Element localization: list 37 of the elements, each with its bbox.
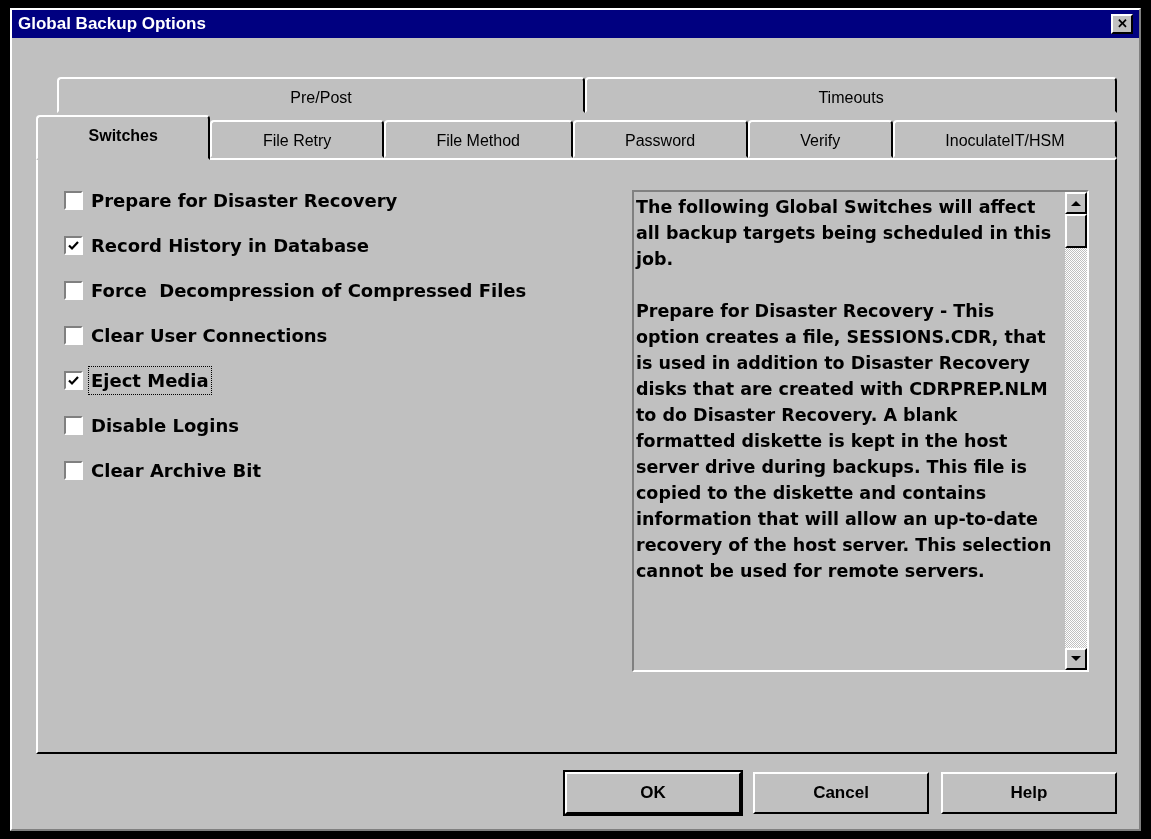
- scrollbar[interactable]: [1065, 192, 1087, 670]
- tab[interactable]: InoculateIT/HSM: [892, 120, 1117, 158]
- checkbox[interactable]: [64, 236, 83, 255]
- check-icon: [68, 240, 79, 251]
- arrow-up-icon: [1071, 200, 1081, 206]
- tab[interactable]: Password: [572, 120, 748, 158]
- tab[interactable]: Switches: [36, 115, 211, 160]
- description-text: Prepare for Disaster Recovery - This option creates a file, SESSIONS.CDR, that is used in addition to Disaster Recovery disks that are created with CDRPREP.NLM to do Disaster Recovery. A blank formatted diskette is kept in the host server drive during backups. This file is copied to the diskette and contains information that will allow an up-to-date recovery of the host server. This selection cannot be used for remote servers.: [636, 300, 1053, 583]
- dialog-button[interactable]: Cancel: [753, 772, 929, 814]
- checkbox[interactable]: [64, 326, 83, 345]
- check-icon: [68, 375, 79, 386]
- checkbox-label[interactable]: Clear Archive Bit: [88, 456, 265, 485]
- dialog-button[interactable]: Help: [941, 772, 1117, 814]
- tab[interactable]: Timeouts: [585, 77, 1117, 113]
- tab[interactable]: Verify: [747, 120, 893, 158]
- checkbox-label[interactable]: Prepare for Disaster Recovery: [88, 186, 401, 215]
- checkbox[interactable]: [64, 416, 83, 435]
- window-title: Global Backup Options: [18, 13, 206, 36]
- close-button[interactable]: ✕: [1111, 14, 1133, 34]
- scroll-down-button[interactable]: [1065, 648, 1087, 670]
- arrow-down-icon: [1071, 656, 1081, 662]
- tab[interactable]: File Method: [383, 120, 573, 158]
- checkbox-label[interactable]: Disable Logins: [88, 411, 242, 440]
- description-text: The following Global Switches will affect all backup targets being scheduled in this job.: [636, 196, 1053, 271]
- checkbox[interactable]: [64, 371, 83, 390]
- tab[interactable]: Pre/Post: [57, 77, 586, 113]
- scroll-up-button[interactable]: [1065, 192, 1087, 214]
- checkbox-label[interactable]: Record History in Database: [88, 231, 372, 260]
- scroll-thumb[interactable]: [1065, 214, 1087, 248]
- checkbox[interactable]: [64, 191, 83, 210]
- dialog-button[interactable]: OK: [565, 772, 741, 814]
- checkbox-label[interactable]: Clear User Connections: [88, 321, 331, 350]
- checkbox[interactable]: [64, 281, 83, 300]
- tab[interactable]: File Retry: [210, 120, 384, 158]
- checkbox[interactable]: [64, 461, 83, 480]
- checkbox-label[interactable]: Force Decompression of Compressed Files: [88, 276, 530, 305]
- checkbox-label[interactable]: Eject Media: [88, 366, 212, 395]
